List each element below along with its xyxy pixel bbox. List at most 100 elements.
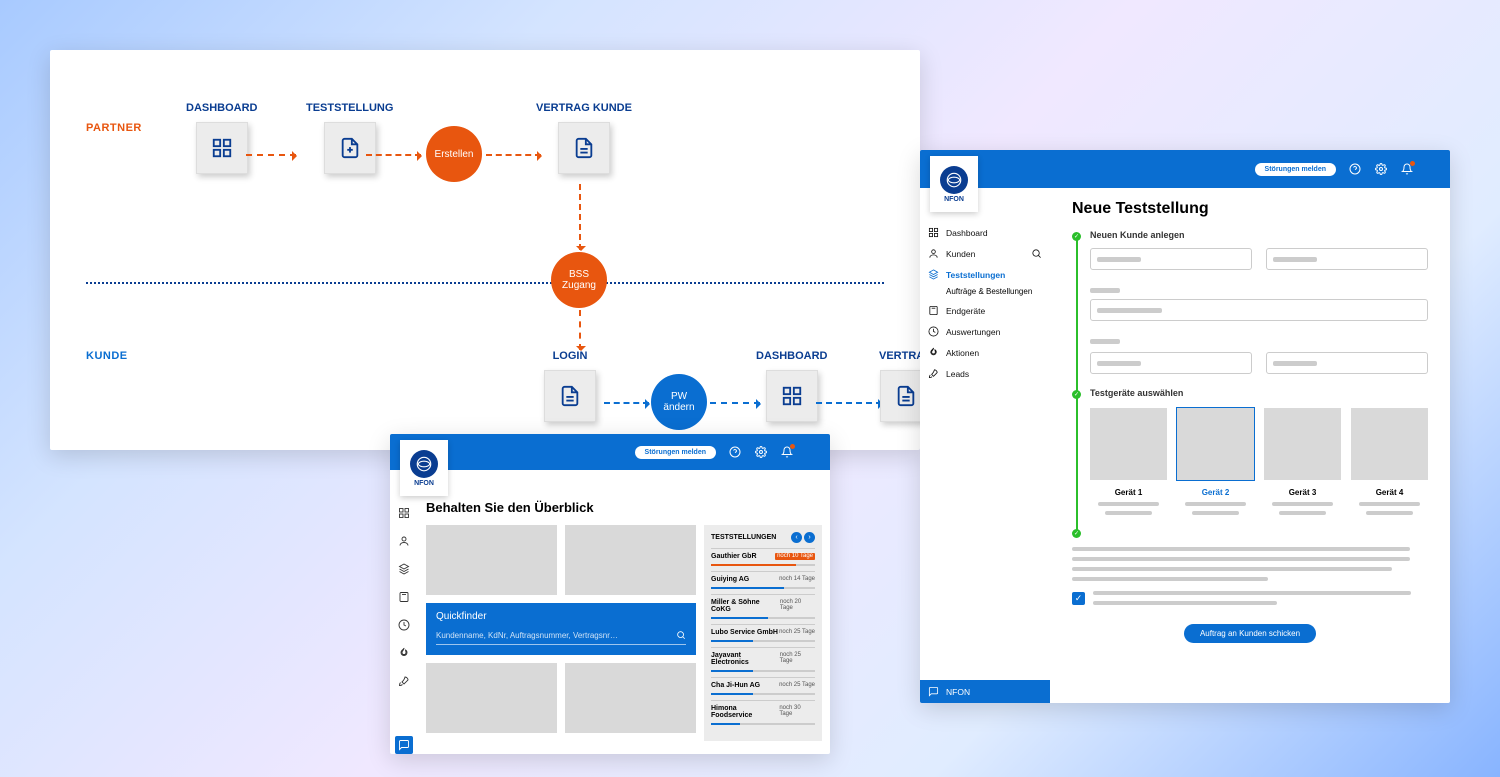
teststellungen-widget: TESTSTELLUNGEN ‹ › Gauthier GbRnoch 10 T… [704,525,822,741]
text-placeholder [1072,577,1268,581]
report-issue-button[interactable]: Störungen melden [1255,163,1336,176]
checkbox[interactable]: ✓ [1072,592,1085,605]
search-icon[interactable] [676,630,686,640]
customer-name: Miller & Söhne CoKG [711,599,780,613]
teststellung-row[interactable]: Lubo Service GmbHnoch 25 Tage [711,624,815,647]
text-placeholder [1279,511,1325,515]
grid-icon [766,370,818,422]
circle-bss-zugang: BSS Zugang [551,252,607,308]
device-card[interactable]: Gerät 4 [1351,408,1428,515]
step-check-icon [1072,529,1081,538]
days-remaining: noch 20 Tage [780,599,815,613]
device-name: Gerät 4 [1376,488,1404,497]
node-login: LOGIN [544,350,596,422]
user-icon[interactable] [1426,162,1440,176]
text-placeholder [1192,511,1238,515]
widget-placeholder [426,525,557,595]
rocket-icon[interactable] [395,672,413,690]
device-card[interactable]: Gerät 1 [1090,408,1167,515]
teststellung-row[interactable]: Gauthier GbRnoch 10 Tage [711,548,815,571]
flame-icon[interactable] [395,644,413,662]
nav-kunden[interactable]: Kunden [920,243,1050,264]
customer-name: Gauthier GbR [711,553,757,560]
file-text-icon [558,122,610,174]
text-placeholder [1072,567,1392,571]
swimlane-partner-label: PARTNER [86,122,142,134]
stack-icon[interactable] [395,560,413,578]
node-dashboard-kunde: DASHBOARD [756,350,828,422]
report-issue-button[interactable]: Störungen melden [635,446,716,459]
input-field[interactable] [1266,352,1428,374]
input-field[interactable] [1090,248,1252,270]
devices-icon[interactable] [395,588,413,606]
search-icon[interactable] [1031,248,1042,259]
teststellung-row[interactable]: Miller & Söhne CoKGnoch 20 Tage [711,594,815,624]
widget-placeholder [426,663,557,733]
gear-icon[interactable] [754,445,768,459]
file-text-icon [880,370,920,422]
chat-icon[interactable] [395,736,413,754]
text-placeholder [1185,502,1247,506]
grid-icon [196,122,248,174]
text-placeholder [1093,591,1411,595]
widget-placeholder [565,525,696,595]
text-placeholder [1105,511,1151,515]
days-remaining: noch 25 Tage [779,682,815,689]
help-icon[interactable] [1348,162,1362,176]
chart-icon[interactable] [395,616,413,634]
help-icon[interactable] [728,445,742,459]
customers-icon[interactable] [395,532,413,550]
nav-nfon[interactable]: NFON [920,680,1050,703]
nav-aktionen[interactable]: Aktionen [920,342,1050,363]
device-image [1090,408,1167,480]
days-remaining: noch 30 Tage [779,705,815,719]
nav-teststellungen[interactable]: Teststellungen [920,264,1050,285]
swimlane-divider [86,282,884,284]
swimlane-kunde-label: KUNDE [86,350,128,362]
step-2-label: Testgeräte auswählen [1090,388,1428,398]
teststellung-row[interactable]: Cha Ji-Hun AG noch 25 Tage [711,677,815,700]
chevron-left-icon[interactable]: ‹ [791,532,802,543]
bell-icon[interactable] [780,445,794,459]
nav-auswertungen[interactable]: Auswertungen [920,321,1050,342]
logo: NFON [400,440,448,496]
days-remaining: noch 14 Tage [779,576,815,583]
teststellung-row[interactable]: Jayavant Electronicsnoch 25 Tage [711,647,815,677]
nav-dashboard[interactable]: Dashboard [920,222,1050,243]
user-icon[interactable] [806,445,820,459]
input-field[interactable] [1090,352,1252,374]
customer-name: Jayavant Electronics [711,652,780,666]
quickfinder-input[interactable] [436,631,676,640]
customer-name: Guiying AG [711,576,749,583]
page-title: Neue Teststellung [1072,200,1428,218]
sidenav: Dashboard Kunden Teststellungen Aufträge… [920,188,1050,703]
submit-button[interactable]: Auftrag an Kunden schicken [1184,624,1316,643]
input-field[interactable] [1266,248,1428,270]
node-vertrag: VERTRAG [879,350,920,422]
device-name: Gerät 3 [1289,488,1317,497]
nav-auftraege[interactable]: Aufträge & Bestellungen [920,285,1050,300]
gear-icon[interactable] [1374,162,1388,176]
nav-leads[interactable]: Leads [920,363,1050,384]
device-card[interactable]: Gerät 2 [1177,408,1254,515]
device-image [1177,408,1254,480]
step-check-icon [1072,390,1081,399]
days-remaining: noch 25 Tage [780,652,815,666]
node-teststellung: TESTSTELLUNG [306,102,393,174]
node-dashboard: DASHBOARD [186,102,258,174]
sidebar-rail [390,500,418,754]
topbar: Störungen melden [920,150,1450,188]
step-1-label: Neuen Kunde anlegen [1090,230,1428,240]
teststellung-row[interactable]: Guiying AG noch 14 Tage [711,571,815,594]
days-remaining: noch 25 Tage [779,629,815,636]
teststellung-panel: Störungen melden NFON Dashboard Kunden T… [920,150,1450,703]
teststellung-row[interactable]: Himona Foodservicenoch 30 Tage [711,700,815,730]
bell-icon[interactable] [1400,162,1414,176]
dashboard-icon[interactable] [395,504,413,522]
input-field[interactable] [1090,299,1428,321]
nav-endgeraete[interactable]: Endgeräte [920,300,1050,321]
chevron-right-icon[interactable]: › [804,532,815,543]
file-text-icon [544,370,596,422]
device-card[interactable]: Gerät 3 [1264,408,1341,515]
customer-name: Cha Ji-Hun AG [711,682,760,689]
